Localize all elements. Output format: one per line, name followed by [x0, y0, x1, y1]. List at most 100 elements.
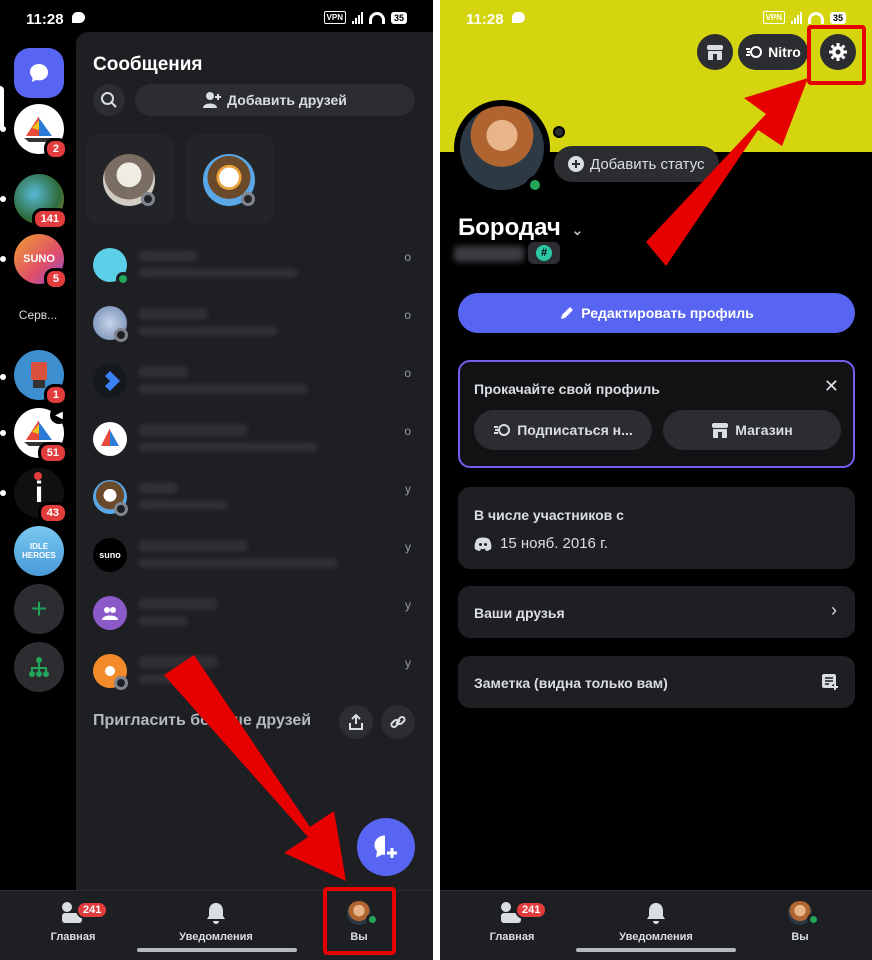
- server-info[interactable]: i 43: [14, 468, 68, 524]
- search-icon: [101, 92, 117, 108]
- dm-row[interactable]: у: [76, 590, 433, 648]
- dm-row[interactable]: suno у: [76, 532, 433, 590]
- server-blender[interactable]: 1: [14, 350, 68, 406]
- notification-chat-icon: [512, 12, 525, 23]
- unread-dot: [0, 196, 6, 202]
- speaker-icon: ◀: [50, 406, 68, 424]
- pencil-icon: [561, 307, 574, 319]
- blurred-name: [138, 424, 248, 436]
- home-icon: 241: [499, 901, 548, 925]
- nav-notifications-label: Уведомления: [179, 931, 253, 943]
- profile-screen: 11:28 VPN 35 Nitro Добавить статус Бород…: [440, 0, 872, 960]
- nav-notifications[interactable]: Уведомления: [606, 901, 706, 943]
- nav-you[interactable]: Вы: [750, 901, 850, 943]
- dm-row[interactable]: о: [76, 358, 433, 416]
- friends-label: Ваши друзья: [474, 605, 565, 621]
- gesture-bar: [576, 948, 736, 952]
- note-label: Заметка (видна только вам): [474, 675, 668, 691]
- unread-badge: 141: [31, 208, 68, 230]
- upgrade-title: Прокачайте свой профиль: [474, 381, 660, 397]
- nitro-button[interactable]: Nitro: [738, 34, 808, 70]
- dm-avatar: [93, 596, 127, 630]
- blurred-preview: [138, 268, 298, 278]
- unread-dot: [0, 374, 6, 380]
- server-sailboat[interactable]: 2: [14, 104, 68, 160]
- offline-status-icon: [114, 676, 128, 690]
- subscribe-nitro-button[interactable]: Подписаться н...: [474, 410, 652, 450]
- hashtag-badge[interactable]: #: [528, 242, 560, 264]
- server-game[interactable]: 141: [14, 174, 68, 230]
- direct-messages-button[interactable]: [14, 48, 64, 98]
- offline-status-icon: [114, 502, 128, 516]
- add-friends-button[interactable]: Добавить друзей: [135, 84, 415, 116]
- battery-indicator: 35: [829, 11, 846, 24]
- bell-icon: [643, 901, 669, 925]
- blurred-username: [454, 246, 524, 262]
- online-status-icon: [526, 176, 544, 194]
- display-name[interactable]: Бородач ⌄: [458, 214, 583, 242]
- shop-icon: [712, 423, 729, 438]
- server-suno[interactable]: SUNO 5: [14, 234, 68, 290]
- discord-logo-icon: [474, 537, 492, 551]
- page-title: Сообщения: [93, 54, 203, 75]
- dm-avatar: suno: [93, 538, 127, 572]
- discover-button[interactable]: [14, 642, 64, 692]
- edit-profile-label: Редактировать профиль: [581, 305, 754, 321]
- notification-chat-icon: [72, 12, 85, 23]
- red-arrow-icon: [646, 78, 808, 266]
- shop-label: Магазин: [735, 422, 793, 438]
- favorite-friend-card[interactable]: [85, 134, 175, 224]
- shop-pill-button[interactable]: Магазин: [663, 410, 841, 450]
- wifi-icon: [807, 11, 824, 24]
- blurred-name: [138, 308, 208, 320]
- nav-notifications[interactable]: Уведомления: [166, 901, 266, 943]
- nav-home[interactable]: 241 Главная: [23, 901, 123, 943]
- note-row[interactable]: Заметка (видна только вам): [458, 656, 855, 708]
- screenshot-composite: 11:28 VPN 35 2 141 SUNO 5 Серв... 1 ◀ 51…: [0, 0, 872, 960]
- blurred-name: [138, 250, 198, 262]
- nitro-label: Nitro: [768, 44, 801, 60]
- shop-button[interactable]: [697, 34, 733, 70]
- server-rail: 2 141 SUNO 5 Серв... 1 ◀ 51 i 43 IDLE HE…: [0, 38, 76, 890]
- blurred-preview: [138, 616, 188, 626]
- dm-row[interactable]: о: [76, 300, 433, 358]
- profile-avatar-icon: [787, 901, 820, 926]
- copy-link-button[interactable]: [381, 705, 415, 739]
- battery-indicator: 35: [390, 11, 407, 24]
- servers-folder-label[interactable]: Серв...: [0, 308, 76, 322]
- gesture-bar: [136, 948, 297, 952]
- red-dot: [34, 472, 42, 480]
- dm-time: у: [405, 598, 411, 612]
- plus-icon: +: [30, 593, 48, 624]
- unread-dot: [0, 256, 6, 262]
- home-badge: 241: [76, 901, 109, 919]
- signal-icon: [790, 11, 802, 24]
- server-sailboat-voice[interactable]: ◀ 51: [14, 406, 68, 464]
- nav-home[interactable]: 241 Главная: [462, 901, 562, 943]
- unread-badge: 51: [37, 442, 68, 464]
- your-friends-row[interactable]: Ваши друзья ›: [458, 586, 855, 638]
- group-icon: [102, 607, 118, 620]
- blurred-preview: [138, 326, 278, 336]
- blurred-name: [138, 482, 178, 494]
- blurred-preview: [138, 442, 318, 452]
- search-button[interactable]: [93, 84, 125, 116]
- add-server-button[interactable]: +: [14, 584, 64, 634]
- diamond-logo-icon: [105, 371, 120, 391]
- dm-time: о: [404, 366, 411, 380]
- status-time: 11:28: [26, 11, 64, 28]
- dm-row[interactable]: о: [76, 416, 433, 474]
- blurred-preview: [138, 558, 338, 568]
- dm-row[interactable]: о: [76, 242, 433, 300]
- messages-screen: 11:28 VPN 35 2 141 SUNO 5 Серв... 1 ◀ 51…: [0, 0, 433, 960]
- offline-status-icon: [241, 192, 255, 206]
- server-idle-heroes[interactable]: IDLE HEROES: [14, 526, 64, 576]
- close-icon[interactable]: ✕: [824, 376, 839, 397]
- signal-icon: [351, 11, 363, 24]
- member-since-value: 15 нояб. 2016 г.: [474, 535, 608, 552]
- suno-logo-text: suno: [99, 550, 121, 560]
- edit-profile-button[interactable]: Редактировать профиль: [458, 293, 855, 333]
- red-arrow-icon: [164, 655, 346, 881]
- dm-row[interactable]: у: [76, 474, 433, 532]
- favorite-friend-card[interactable]: [185, 134, 275, 224]
